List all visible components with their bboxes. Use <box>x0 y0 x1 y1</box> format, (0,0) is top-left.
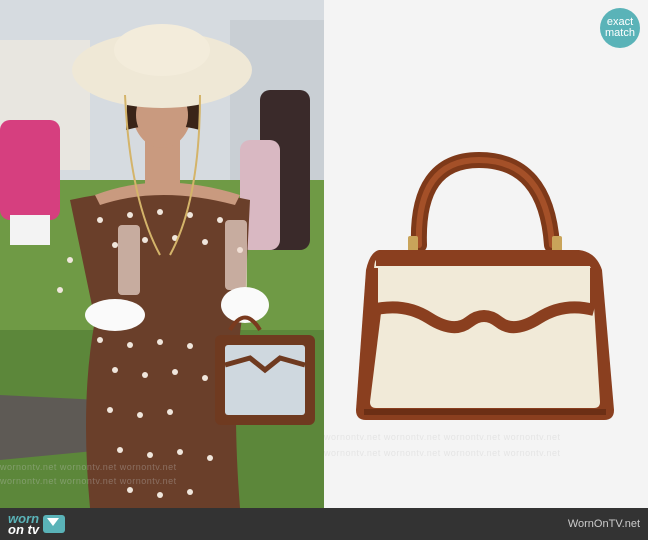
site-url[interactable]: WornOnTV.net <box>568 518 640 530</box>
watermark-text: wornontv.net wornontv.net wornontv.net <box>0 476 177 486</box>
footer-bar: worn on tv WornOnTV.net <box>0 508 648 540</box>
site-logo[interactable]: worn on tv <box>8 512 66 537</box>
badge-line-2: match <box>605 27 635 39</box>
watermark-text: wornontv.net wornontv.net wornontv.net w… <box>324 448 561 458</box>
logo-on-text: on tv <box>8 522 40 537</box>
exact-match-badge: exact match <box>600 8 640 48</box>
watermark-text: wornontv.net wornontv.net wornontv.net <box>0 462 177 472</box>
tv-icon <box>43 515 66 533</box>
scene-photo: wornontv.net wornontv.net wornontv.net w… <box>0 0 324 508</box>
product-photo: wornontv.net wornontv.net wornontv.net w… <box>324 0 648 508</box>
watermark-text: wornontv.net wornontv.net wornontv.net w… <box>324 432 561 442</box>
